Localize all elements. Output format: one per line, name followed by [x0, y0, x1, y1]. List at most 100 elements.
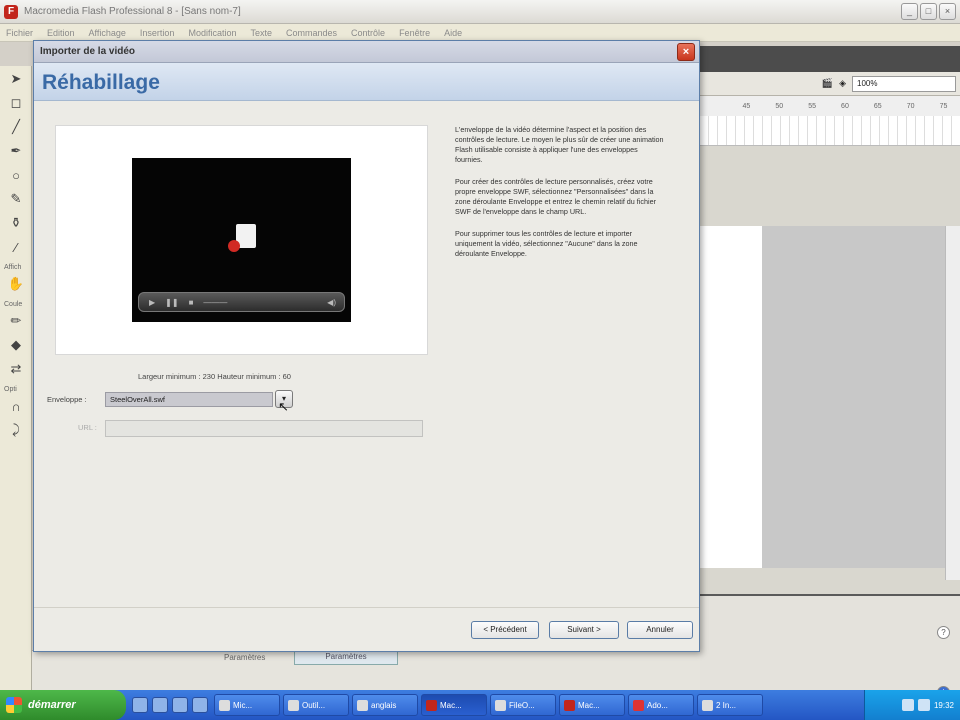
panel-header — [700, 46, 960, 72]
menu-edition[interactable]: Edition — [47, 28, 75, 38]
hand-tool-icon[interactable]: ✋ — [3, 273, 29, 295]
swap-colors-icon[interactable]: ⇄ — [3, 358, 29, 380]
pencil-tool-icon[interactable]: ✎ — [3, 188, 29, 210]
stroke-color-icon[interactable]: ✏ — [3, 310, 29, 332]
pen-tool-icon[interactable]: ✒ — [3, 140, 29, 162]
dialog-titlebar: Importer de la vidéo × — [34, 41, 699, 63]
menu-aide[interactable]: Aide — [444, 28, 462, 38]
task-button[interactable]: Mic... — [214, 694, 280, 716]
task-label: Mac... — [440, 700, 462, 710]
task-label: Mac... — [578, 700, 600, 710]
arrow-tool-icon[interactable]: ➤ — [3, 68, 29, 90]
edit-symbol-icon[interactable]: ◈ — [839, 78, 846, 89]
minimize-button[interactable]: _ — [901, 3, 918, 20]
menu-commandes[interactable]: Commandes — [286, 28, 337, 38]
flash-logo-icon: F — [4, 5, 18, 19]
ruler-tick: 75 — [939, 102, 948, 110]
menu-controle[interactable]: Contrôle — [351, 28, 385, 38]
firefox-icon[interactable] — [152, 697, 168, 713]
menu-fichier[interactable]: Fichier — [6, 28, 33, 38]
minimum-size-info: Largeur minimum : 230 Hauteur minimum : … — [138, 372, 291, 381]
media-icon[interactable] — [172, 697, 188, 713]
ink-bottle-tool-icon[interactable]: ⚱ — [3, 212, 29, 234]
skin-label: Enveloppe : — [47, 395, 87, 404]
edit-scene-icon[interactable]: 🎬 — [822, 78, 833, 89]
smooth-icon[interactable]: ⤸ — [3, 419, 29, 441]
ruler-tick: 70 — [906, 102, 915, 110]
task-label: Mic... — [233, 700, 253, 710]
app-icon — [495, 699, 506, 711]
menu-texte[interactable]: Texte — [250, 28, 272, 38]
flash-icon — [426, 699, 437, 711]
ruler-tick: 45 — [742, 102, 751, 110]
dialog-heading-band: Réhabillage — [34, 63, 699, 101]
stage-area[interactable] — [700, 226, 945, 568]
right-panel: 🎬 ◈ 100% 45 50 55 60 65 70 75 ? i — [700, 46, 960, 699]
app-title: Macromedia Flash Professional 8 - [Sans … — [24, 6, 241, 17]
pause-icon: ❚❚ — [165, 297, 179, 307]
task-label: Ado... — [647, 700, 668, 710]
task-button[interactable]: anglais — [352, 694, 418, 716]
task-button[interactable]: Ado... — [628, 694, 694, 716]
ruler-tick: 65 — [873, 102, 882, 110]
oval-tool-icon[interactable]: ○ — [3, 164, 29, 186]
task-buttons: Mic... Outil... anglais Mac... FileO... … — [214, 694, 864, 716]
subselect-tool-icon[interactable]: ◻ — [3, 92, 29, 114]
mouse-cursor-icon: ↖ — [278, 399, 289, 414]
start-label: démarrer — [28, 699, 76, 711]
zoom-select[interactable]: 100% — [852, 75, 956, 92]
ruler-tick: 50 — [775, 102, 784, 110]
task-label: anglais — [371, 700, 397, 710]
line-tool-icon[interactable]: ╱ — [3, 116, 29, 138]
previous-button[interactable]: < Précédent — [471, 621, 539, 639]
ruler-tick: 55 — [808, 102, 816, 110]
task-label: Outil... — [302, 700, 326, 710]
dialog-close-button[interactable]: × — [677, 43, 695, 61]
import-video-dialog: Importer de la vidéo × Réhabillage ▶ ❚❚ … — [33, 40, 700, 652]
close-window-button[interactable]: × — [939, 3, 956, 20]
skin-select[interactable]: SteelOverAll.swf — [105, 392, 273, 407]
fill-color-icon[interactable]: ◆ — [3, 334, 29, 356]
stage-canvas[interactable] — [700, 226, 762, 568]
task-button[interactable]: 2 In... — [697, 694, 763, 716]
url-input[interactable] — [105, 420, 423, 437]
task-button[interactable]: Mac... — [559, 694, 625, 716]
folder-icon[interactable] — [192, 697, 208, 713]
menu-affichage[interactable]: Affichage — [89, 28, 126, 38]
tray-icon[interactable] — [901, 699, 914, 711]
parameters-button[interactable]: Paramètres — [294, 651, 398, 665]
task-button[interactable]: Outil... — [283, 694, 349, 716]
maximize-button[interactable]: □ — [920, 3, 937, 20]
app-icon — [219, 699, 230, 711]
browser-icon[interactable] — [132, 697, 148, 713]
task-button-active[interactable]: Mac... — [421, 694, 487, 716]
help-icon[interactable]: ? — [937, 626, 950, 639]
next-button[interactable]: Suivant > — [549, 621, 619, 639]
url-label: URL : — [78, 423, 97, 432]
task-button[interactable]: FileO... — [490, 694, 556, 716]
timeline-ruler: 45 50 55 60 65 70 75 — [700, 96, 960, 116]
menu-fenetre[interactable]: Fenêtre — [399, 28, 430, 38]
app-icon — [702, 699, 713, 711]
windows-logo-icon — [6, 697, 22, 713]
cancel-button[interactable]: Annuler — [627, 621, 693, 639]
description-paragraph: L'enveloppe de la vidéo détermine l'aspe… — [455, 125, 664, 164]
flash-icon — [564, 699, 575, 711]
magnet-icon[interactable]: ∩ — [3, 395, 29, 417]
vertical-scrollbar[interactable] — [945, 226, 960, 580]
menu-insertion[interactable]: Insertion — [140, 28, 175, 38]
properties-panel: ? i — [700, 594, 960, 699]
timeline-frames[interactable] — [700, 116, 960, 146]
dialog-title: Importer de la vidéo — [40, 46, 136, 57]
app-icon — [288, 699, 299, 711]
stage-toolbar: 🎬 ◈ 100% — [700, 72, 960, 96]
video-badge-icon — [228, 240, 240, 252]
eyedropper-tool-icon[interactable]: ⁄ — [3, 236, 29, 258]
dialog-footer: < Précédent Suivant > Annuler — [34, 607, 699, 651]
tray-icon[interactable] — [917, 699, 930, 711]
folder-icon — [357, 699, 368, 711]
play-icon: ▶ — [149, 297, 156, 307]
menu-modification[interactable]: Modification — [188, 28, 236, 38]
clock: 19:32 — [933, 700, 954, 710]
start-button[interactable]: démarrer — [0, 690, 126, 720]
